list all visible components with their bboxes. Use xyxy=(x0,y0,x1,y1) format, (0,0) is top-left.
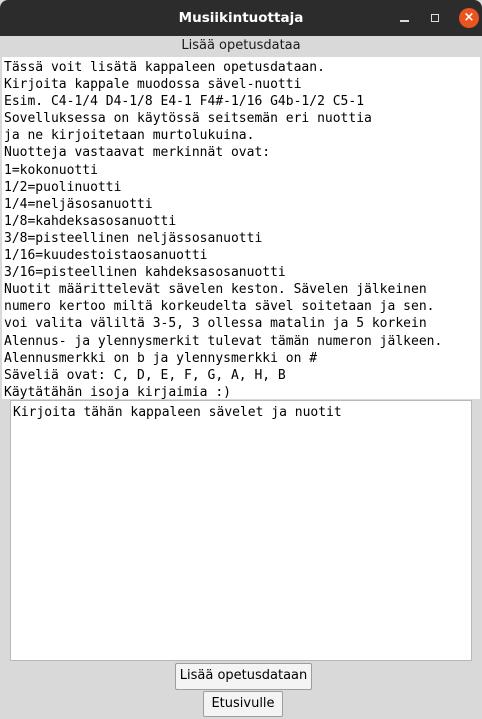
minimize-button[interactable] xyxy=(395,9,413,27)
home-button[interactable]: Etusivulle xyxy=(203,691,283,717)
instruction-line: 1/16=kuudestoistaosanuotti xyxy=(4,248,208,264)
instruction-line: 1/8=kahdeksasosanuotti xyxy=(4,213,177,229)
instruction-line: Käytätähän isoja kirjaimia :) xyxy=(4,384,231,400)
instruction-line: 1=kokonuotti xyxy=(4,162,98,178)
instruction-line: ja ne kirjoitetaan murtolukuina. xyxy=(4,128,255,144)
instruction-line: Tässä voit lisätä kappaleen opetusdataan… xyxy=(4,60,325,75)
close-icon: × xyxy=(463,10,475,25)
instruction-line: Nuotteja vastaavat merkinnät ovat: xyxy=(4,145,271,161)
instruction-line: Säveliä ovat: C, D, E, F, G, A, H, B xyxy=(4,367,286,383)
instruction-line: numero kertoo miltä korkeudelta sävel so… xyxy=(4,299,435,315)
page-title: Lisää opetusdataa xyxy=(181,38,301,53)
instruction-line: 3/8=pisteellinen neljässosanuotti xyxy=(4,230,263,246)
instruction-line: Sovelluksessa on käytössä seitsemän eri … xyxy=(4,111,372,127)
add-training-data-button[interactable]: Lisää opetusdataan xyxy=(175,663,312,690)
minimize-icon xyxy=(399,19,409,22)
instruction-line: 1/2=puolinuotti xyxy=(4,179,122,195)
instruction-line: Esim. C4-1/4 D4-1/8 E4-1 F4#-1/16 G4b-1/… xyxy=(4,94,365,110)
window-titlebar: Musiikintuottaja × xyxy=(0,0,482,36)
close-button[interactable]: × xyxy=(459,8,479,28)
instruction-line: voi valita väliltä 3-5, 3 ollessa matali… xyxy=(4,316,427,332)
instruction-line: Alennus- ja ylennysmerkit tulevat tämän … xyxy=(4,333,443,349)
instruction-line: Alennusmerkki on b ja ylennysmerkki on # xyxy=(4,350,318,366)
instruction-line: Nuotit määrittelevät sävelen keston. Säv… xyxy=(4,282,427,298)
instruction-line: Kirjoita kappale muodossa sävel-nuotti xyxy=(4,77,302,93)
song-input[interactable]: Kirjoita tähän kappaleen sävelet ja nuot… xyxy=(10,400,472,661)
maximize-icon xyxy=(431,14,439,22)
maximize-button[interactable] xyxy=(426,9,444,27)
instruction-line: 3/16=pisteellinen kahdeksasosanuotti xyxy=(4,265,286,281)
instruction-line: 1/4=neljäsosanuotti xyxy=(4,196,153,212)
instructions-text: Tässä voit lisätä kappaleen opetusdataan… xyxy=(2,57,480,400)
